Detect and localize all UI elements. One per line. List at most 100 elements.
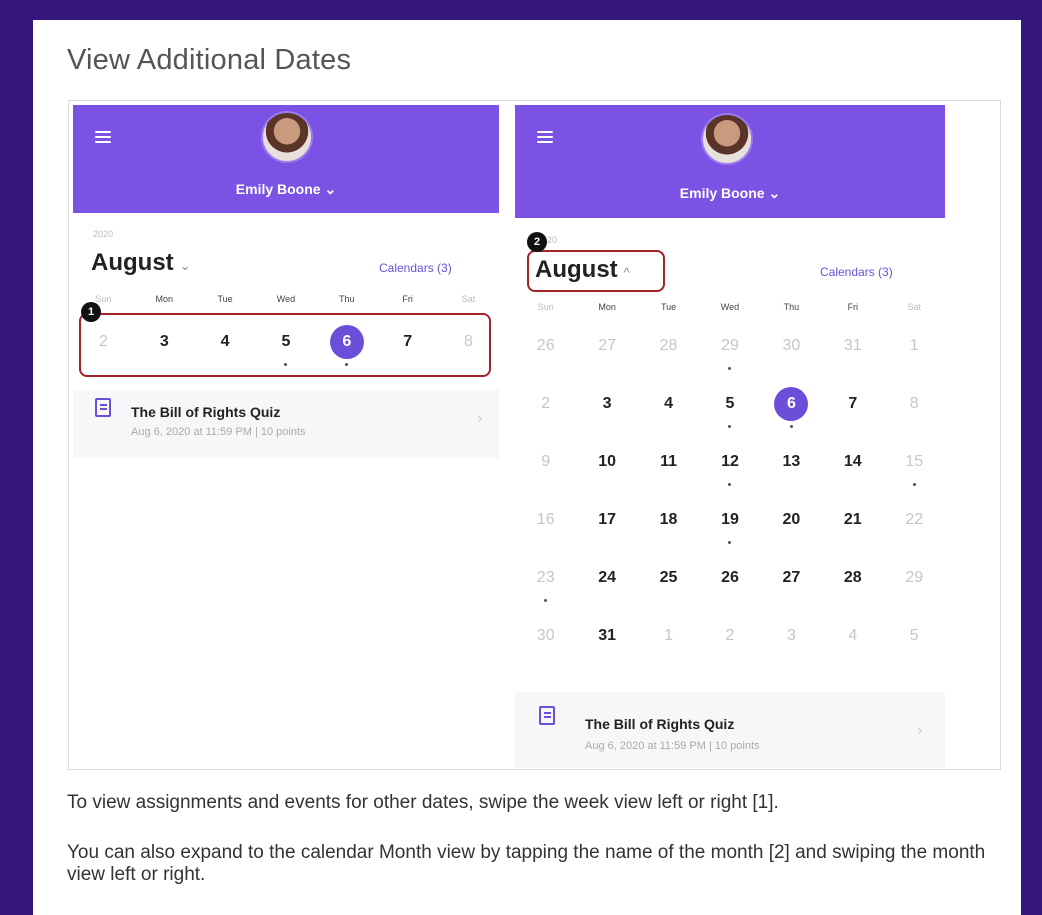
- day-cell[interactable]: 26: [515, 329, 576, 387]
- day-cell[interactable]: 19: [699, 503, 760, 561]
- day-number: 18: [659, 511, 678, 528]
- day-cell[interactable]: 5: [884, 619, 945, 677]
- day-cell[interactable]: 23: [515, 561, 576, 619]
- day-number: 17: [598, 511, 617, 528]
- user-name-dropdown[interactable]: Emily Boone ⌄: [73, 181, 499, 198]
- day-cell[interactable]: 26: [699, 561, 760, 619]
- left-phone-screen: Emily Boone ⌄ 2020 August ⌄ Calendars (3)…: [73, 105, 499, 465]
- day-cell[interactable]: 13: [761, 445, 822, 503]
- day-cell[interactable]: 29: [884, 561, 945, 619]
- month-week-row: 23 24 25 26 27 28 29: [515, 561, 945, 619]
- day-number: 13: [782, 453, 801, 470]
- day-cell[interactable]: 11: [638, 445, 699, 503]
- day-cell[interactable]: 29: [699, 329, 760, 387]
- day-number: 1: [909, 337, 919, 354]
- user-name-dropdown[interactable]: Emily Boone ⌄: [515, 185, 945, 202]
- day-cell[interactable]: 27: [576, 329, 637, 387]
- event-title: The Bill of Rights Quiz: [585, 716, 735, 732]
- day-cell[interactable]: 28: [822, 561, 883, 619]
- weekday-label: Sat: [461, 294, 476, 304]
- day-number: 9: [541, 453, 551, 470]
- day-cell[interactable]: 3: [761, 619, 822, 677]
- month-week-row: 30 31 1 2 3 4 5: [515, 619, 945, 677]
- day-cell[interactable]: 14: [822, 445, 883, 503]
- event-dot-indicator: [728, 367, 732, 370]
- caret-down-icon: ⌄: [179, 258, 191, 273]
- content-card: View Additional Dates Emily Boone ⌄ 2020…: [33, 20, 1021, 915]
- day-number: 31: [843, 337, 862, 354]
- day-number: 29: [721, 337, 739, 354]
- callout-box-2: [527, 250, 665, 292]
- month-selector[interactable]: August ⌄: [91, 249, 191, 277]
- weekday-label: Wed: [276, 294, 296, 304]
- day-number: 2: [725, 627, 735, 644]
- weekday-label: Fri: [847, 302, 859, 312]
- day-number: 27: [782, 569, 801, 586]
- event-dot-indicator: [728, 483, 732, 486]
- avatar[interactable]: [701, 113, 753, 165]
- day-cell[interactable]: 3: [576, 387, 637, 445]
- day-cell[interactable]: 28: [638, 329, 699, 387]
- event-meta: Aug 6, 2020 at 11:59 PM | 10 points: [585, 740, 760, 752]
- day-number: 15: [905, 453, 924, 470]
- day-cell[interactable]: 12: [699, 445, 760, 503]
- day-cell[interactable]: 2: [515, 387, 576, 445]
- day-number: 3: [602, 395, 612, 412]
- calendars-link[interactable]: Calendars (3): [379, 261, 452, 275]
- page-title: View Additional Dates: [67, 44, 352, 76]
- day-cell[interactable]: 5: [699, 387, 760, 445]
- day-number: 30: [782, 337, 801, 354]
- day-number: 31: [598, 627, 617, 644]
- hamburger-menu-icon[interactable]: [95, 131, 111, 143]
- event-item[interactable]: The Bill of Rights Quiz Aug 6, 2020 at 1…: [515, 692, 945, 768]
- weekday-header: Sun Mon Tue Wed Thu Fri Sat: [515, 302, 945, 312]
- avatar[interactable]: [261, 111, 313, 163]
- day-cell[interactable]: 9: [515, 445, 576, 503]
- day-cell[interactable]: 1: [638, 619, 699, 677]
- day-cell-selected[interactable]: 6: [761, 387, 822, 445]
- day-cell[interactable]: 17: [576, 503, 637, 561]
- right-phone-screen: Emily Boone ⌄ 2020 August ^ 2 Calendars (…: [515, 105, 945, 769]
- day-number: 30: [536, 627, 555, 644]
- day-cell[interactable]: 30: [515, 619, 576, 677]
- year-label: 2020: [93, 229, 114, 239]
- day-number: 26: [536, 337, 555, 354]
- day-number: 22: [905, 511, 924, 528]
- day-cell[interactable]: 18: [638, 503, 699, 561]
- instruction-paragraph-1: To view assignments and events for other…: [67, 792, 779, 813]
- day-cell[interactable]: 25: [638, 561, 699, 619]
- callout-box-1: [79, 313, 491, 377]
- day-cell[interactable]: 30: [761, 329, 822, 387]
- day-number: 20: [782, 511, 801, 528]
- day-number: 11: [660, 453, 677, 470]
- day-cell[interactable]: 15: [884, 445, 945, 503]
- month-grid[interactable]: 26 27 28 29 30 31 1 2 3 4 5 6 7 8 9 10 11 12 13 14 15 16 17 18 1…: [515, 329, 945, 677]
- day-cell[interactable]: 8: [884, 387, 945, 445]
- weekday-label: Sun: [537, 302, 554, 312]
- day-cell[interactable]: 22: [884, 503, 945, 561]
- day-number: 1: [664, 627, 673, 644]
- day-cell[interactable]: 20: [761, 503, 822, 561]
- day-cell[interactable]: 7: [822, 387, 883, 445]
- day-cell[interactable]: 31: [822, 329, 883, 387]
- day-cell[interactable]: 4: [638, 387, 699, 445]
- day-cell[interactable]: 24: [576, 561, 637, 619]
- calendars-link[interactable]: Calendars (3): [820, 265, 893, 279]
- weekday-label: Thu: [339, 294, 355, 304]
- event-item[interactable]: The Bill of Rights Quiz Aug 6, 2020 at 1…: [73, 390, 499, 458]
- day-cell[interactable]: 31: [576, 619, 637, 677]
- day-number: 10: [598, 453, 617, 470]
- day-cell[interactable]: 1: [884, 329, 945, 387]
- event-dot-indicator: [789, 425, 793, 428]
- day-cell[interactable]: 16: [515, 503, 576, 561]
- hamburger-menu-icon[interactable]: [537, 131, 553, 143]
- day-cell[interactable]: 27: [761, 561, 822, 619]
- day-cell[interactable]: 21: [822, 503, 883, 561]
- day-cell[interactable]: 10: [576, 445, 637, 503]
- day-number: 28: [659, 337, 678, 354]
- chevron-right-icon: ›: [477, 410, 483, 427]
- day-cell[interactable]: 4: [822, 619, 883, 677]
- day-cell[interactable]: 2: [699, 619, 760, 677]
- left-header: Emily Boone ⌄: [73, 105, 499, 213]
- assignment-icon: [539, 706, 555, 725]
